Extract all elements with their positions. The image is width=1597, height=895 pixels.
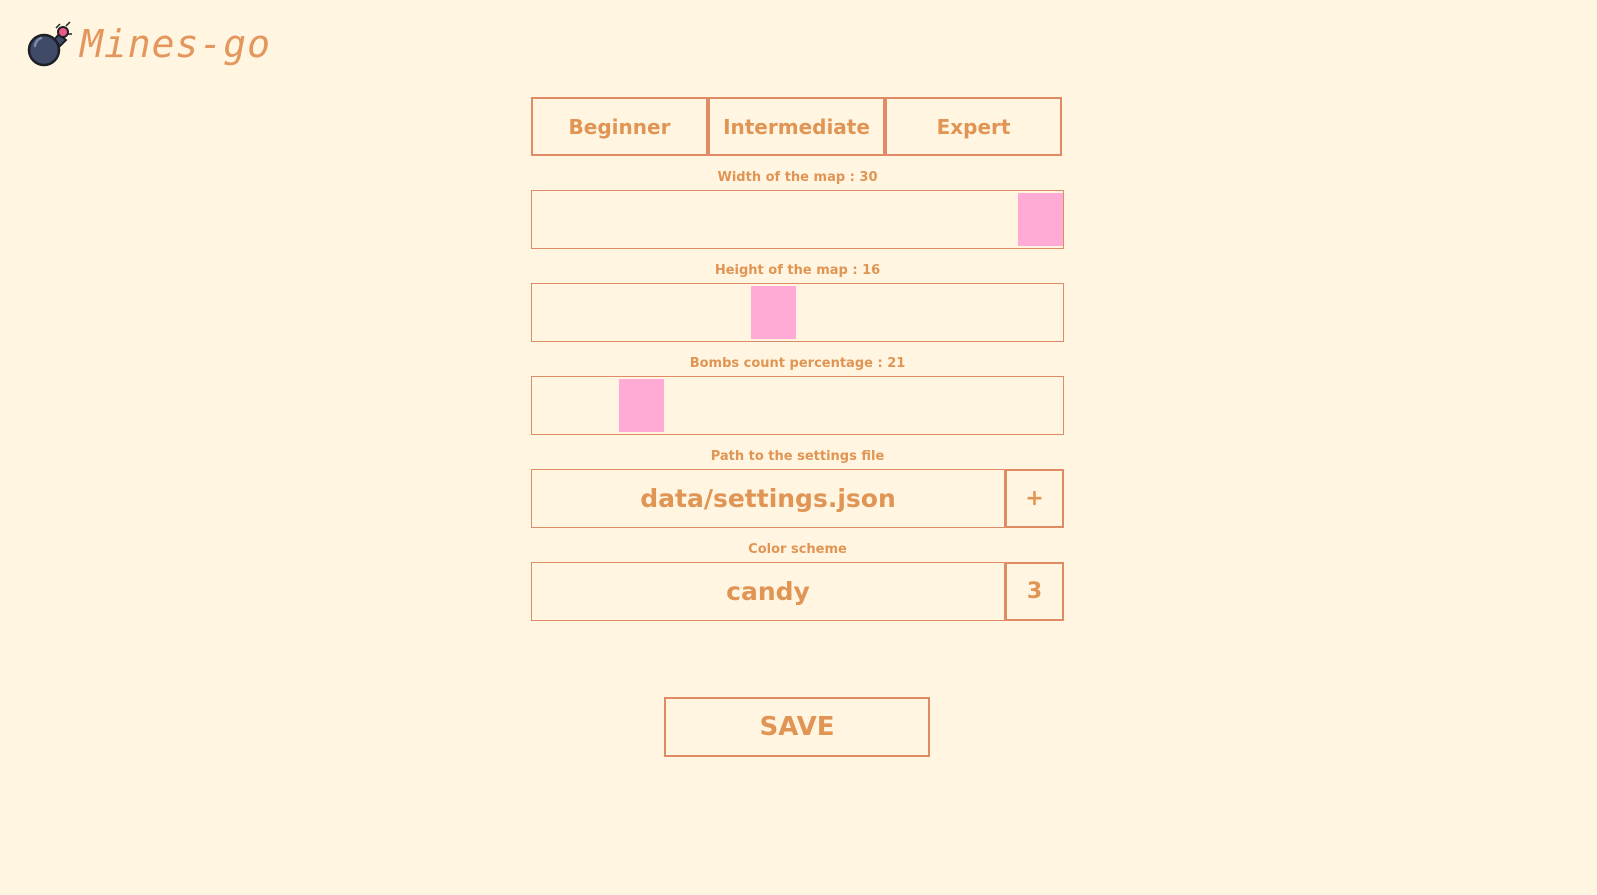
- settings-path-add-button[interactable]: +: [1005, 469, 1064, 528]
- color-scheme-label: Color scheme: [748, 542, 847, 557]
- preset-expert-button[interactable]: Expert: [885, 97, 1062, 156]
- settings-path-row: data/settings.json +: [531, 469, 1064, 528]
- settings-panel: Beginner Intermediate Expert Width of th…: [531, 97, 1064, 621]
- color-scheme-field[interactable]: candy: [531, 562, 1005, 621]
- bombs-label: Bombs count percentage : 21: [689, 356, 906, 371]
- bombs-slider[interactable]: [531, 376, 1064, 435]
- width-label: Width of the map : 30: [717, 170, 878, 185]
- width-slider[interactable]: [531, 190, 1064, 249]
- save-button[interactable]: SAVE: [664, 697, 930, 757]
- settings-path-field[interactable]: data/settings.json: [531, 469, 1005, 528]
- bomb-icon: [27, 21, 72, 67]
- settings-path-label: Path to the settings file: [710, 449, 885, 464]
- color-scheme-row: candy 3: [531, 562, 1064, 621]
- bombs-slider-thumb[interactable]: [619, 379, 664, 432]
- preset-intermediate-button[interactable]: Intermediate: [708, 97, 885, 156]
- width-slider-thumb[interactable]: [1018, 193, 1063, 246]
- height-slider-thumb[interactable]: [751, 286, 796, 339]
- app-logo: Mines-go: [26, 20, 271, 68]
- color-scheme-cycle-button[interactable]: 3: [1005, 562, 1064, 621]
- preset-beginner-button[interactable]: Beginner: [531, 97, 708, 156]
- difficulty-presets: Beginner Intermediate Expert: [531, 97, 1064, 156]
- height-label: Height of the map : 16: [714, 263, 881, 278]
- app-title: Mines-go: [80, 22, 272, 66]
- height-slider[interactable]: [531, 283, 1064, 342]
